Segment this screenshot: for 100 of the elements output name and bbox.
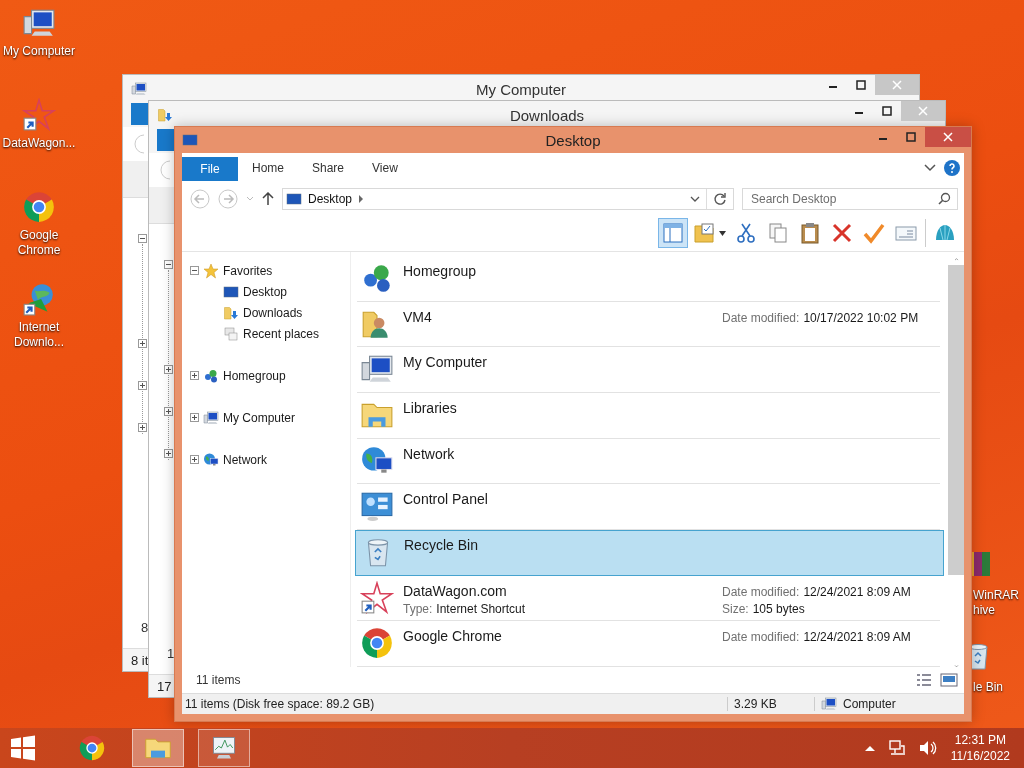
collapse-toggle[interactable] [164, 260, 174, 269]
window-title: Desktop [545, 131, 601, 149]
caret-up-icon[interactable] [864, 744, 875, 752]
maximize-icon [882, 106, 892, 116]
file-item[interactable]: VM4 Date modified: 10/17/2022 10:02 PM [357, 301, 940, 348]
nav-item[interactable]: Desktop [243, 284, 288, 299]
star-icon [203, 262, 219, 279]
close-icon [892, 80, 902, 90]
expand-toggle[interactable] [138, 381, 148, 390]
file-item[interactable]: Homegroup [357, 256, 940, 302]
file-item[interactable]: Google Chrome Date modified: 12/24/2021 8:09 AM [357, 621, 940, 668]
file-item[interactable]: DataWagon.com Type: Internet Shortcut Date modified: 12/24/2021 8:09 AM Size: 105 bytes [357, 575, 940, 622]
nav-item[interactable]: Homegroup [223, 368, 286, 383]
refresh-icon[interactable] [713, 192, 727, 206]
close-icon [918, 106, 928, 116]
window-title: Downloads [509, 106, 585, 124]
x-mark-icon [831, 222, 853, 244]
taskbar-app[interactable] [198, 729, 250, 767]
ribbon-tab[interactable]: Home [238, 161, 298, 175]
window-title: My Computer [476, 80, 566, 98]
dropdown-caret-icon[interactable] [690, 196, 700, 202]
ribbon-tab[interactable]: View [358, 161, 412, 175]
caret-icon[interactable] [719, 230, 726, 236]
details-view-icon[interactable] [916, 673, 932, 687]
expand-toggle[interactable] [190, 455, 199, 464]
detail-label: Date modified: [722, 583, 800, 601]
desktop-icon-label[interactable]: Google Chrome [1, 228, 77, 258]
detail-label: Type: [403, 600, 433, 618]
search-field[interactable]: Search Desktop [742, 188, 958, 210]
scissors-icon [735, 222, 757, 244]
nav-item[interactable]: My Computer [223, 410, 296, 425]
desktop-icon-label[interactable]: Internet Downlo... [1, 320, 77, 350]
expand-toggle[interactable] [190, 413, 199, 422]
file-item[interactable]: My Computer [357, 347, 940, 393]
item-name: VM4 [403, 307, 433, 327]
detail-label: Size: [722, 600, 749, 618]
up-arrow-icon[interactable] [262, 192, 274, 206]
nav-item[interactable]: Recent places [243, 326, 320, 341]
expand-toggle[interactable] [138, 339, 148, 348]
chrome-icon [78, 734, 106, 762]
breadcrumb-item[interactable]: Desktop [308, 192, 353, 206]
expand-toggle[interactable] [164, 449, 174, 458]
nav-item[interactable]: Network [223, 452, 267, 467]
thumbnail-view-icon[interactable] [940, 673, 958, 687]
status-text: 11 items (Disk free space: 89.2 GB) [182, 697, 728, 711]
maximize-icon [856, 80, 866, 90]
chevron-down-icon[interactable] [924, 164, 936, 172]
item-name: Google Chrome [403, 627, 503, 647]
desktop-icon-label[interactable]: WinRAR hive [973, 588, 1017, 618]
start-button[interactable] [10, 735, 36, 761]
search-icon[interactable] [938, 192, 951, 205]
speaker-icon[interactable] [918, 740, 937, 756]
help-icon[interactable] [944, 160, 960, 176]
download-folder-icon [157, 107, 173, 123]
clipboard-icon [799, 222, 821, 244]
expand-toggle[interactable] [164, 407, 174, 416]
collapse-toggle[interactable] [190, 266, 199, 275]
collapse-toggle[interactable] [138, 234, 148, 243]
file-item[interactable]: Recycle Bin [355, 530, 944, 576]
clock-date[interactable]: 11/16/2022 [950, 748, 1010, 764]
clock-time[interactable]: 12:31 PM [954, 732, 1007, 748]
checkmark-icon [863, 222, 885, 244]
item-count: 11 items [196, 673, 241, 687]
globe-download-icon [22, 282, 56, 316]
item-name: Network [403, 444, 456, 464]
detail-value: Internet Shortcut [436, 600, 526, 618]
item-count: 8 [141, 619, 149, 635]
status-text: 3.29 KB [728, 697, 815, 711]
nav-item[interactable]: Downloads [243, 305, 303, 320]
detail-value: 10/17/2022 10:02 PM [803, 309, 919, 327]
chrome-icon [360, 626, 394, 661]
detail-label: Date modified: [722, 629, 800, 647]
recent-places-icon [223, 325, 239, 342]
star-shortcut-icon [22, 98, 56, 132]
detail-label: Date modified: [722, 309, 800, 327]
file-item[interactable]: Network [357, 438, 940, 485]
address-bar[interactable]: Desktop [282, 188, 734, 210]
nav-item[interactable]: Favorites [223, 263, 273, 278]
desktop-icon-label[interactable]: le Bin [973, 680, 1017, 695]
chrome-icon [22, 190, 56, 224]
ribbon-tab[interactable]: Share [298, 161, 359, 175]
file-menu-button[interactable]: File [182, 157, 238, 181]
spheres-icon [203, 367, 219, 384]
item-count: 1 [167, 645, 175, 661]
computer-icon [203, 409, 219, 426]
computer-icon [131, 81, 147, 97]
scroll-thumb[interactable] [948, 264, 964, 575]
chart-monitor-icon [210, 734, 238, 762]
status-text: 8 it [131, 652, 149, 668]
status-text: 17 [157, 678, 172, 694]
expand-toggle[interactable] [138, 423, 148, 432]
item-name: Control Panel [403, 490, 489, 510]
star-shortcut-icon [360, 580, 394, 615]
download-folder-icon [223, 304, 239, 321]
expand-toggle[interactable] [190, 371, 199, 380]
expand-toggle[interactable] [164, 365, 174, 374]
file-item[interactable]: Libraries [357, 393, 940, 439]
item-name: My Computer [403, 353, 489, 373]
breadcrumb-arrow-icon[interactable] [358, 195, 365, 203]
network-icon[interactable] [888, 740, 905, 756]
